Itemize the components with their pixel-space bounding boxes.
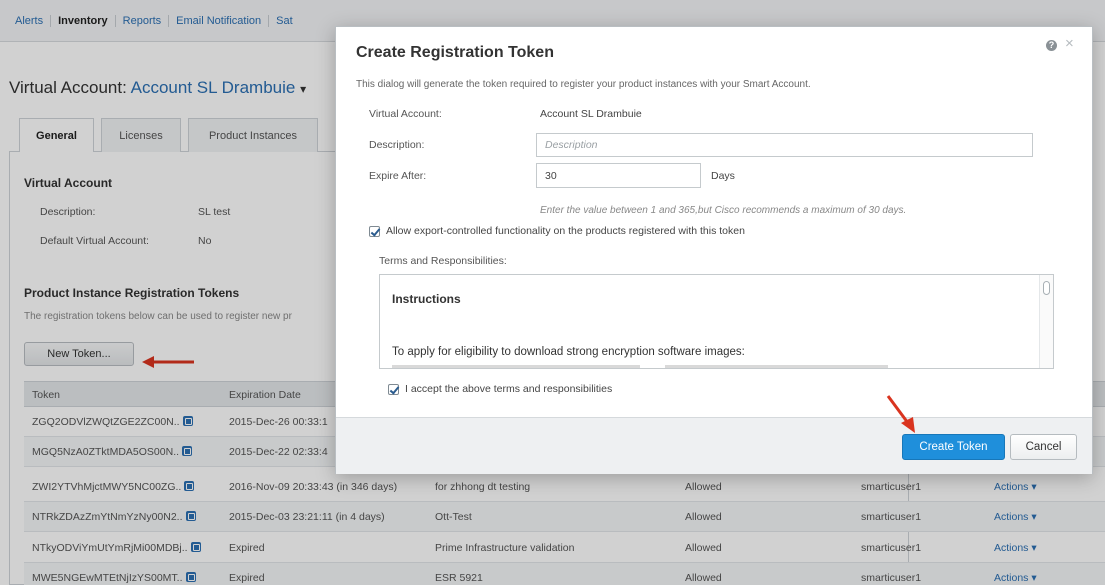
accept-terms-checkbox[interactable] xyxy=(388,383,399,395)
terms-textbox[interactable]: Instructions To apply for eligibility to… xyxy=(379,274,1054,369)
accept-terms-row: I accept the above terms and responsibil… xyxy=(388,383,612,395)
terms-heading: Instructions xyxy=(392,292,461,306)
annotation-arrow-down xyxy=(886,395,915,433)
virtual-account-value: Account SL Drambuie xyxy=(540,108,642,120)
dialog-description: This dialog will generate the token requ… xyxy=(356,79,811,90)
cancel-button[interactable]: Cancel xyxy=(1010,434,1077,460)
help-icon[interactable]: ? xyxy=(1046,40,1057,51)
create-registration-token-dialog: Create Registration Token ? × This dialo… xyxy=(335,26,1093,474)
virtual-account-label: Virtual Account: xyxy=(369,108,442,120)
export-controlled-label: Allow export-controlled functionality on… xyxy=(386,225,745,237)
terms-overflow-text xyxy=(392,365,1012,368)
dialog-footer: Create Token Cancel xyxy=(336,417,1092,474)
expire-hint: Enter the value between 1 and 365,but Ci… xyxy=(540,205,907,216)
expire-after-label: Expire After: xyxy=(369,170,427,182)
terms-scroll-thumb[interactable] xyxy=(1043,281,1050,295)
expire-unit-label: Days xyxy=(711,170,735,182)
description-input[interactable] xyxy=(536,133,1033,157)
create-token-button[interactable]: Create Token xyxy=(902,434,1005,460)
terms-body: To apply for eligibility to download str… xyxy=(392,346,745,358)
dialog-title: Create Registration Token xyxy=(356,44,554,61)
accept-terms-label: I accept the above terms and responsibil… xyxy=(405,383,613,395)
description-label: Description: xyxy=(369,139,425,151)
export-controlled-checkbox[interactable] xyxy=(369,225,380,237)
terms-label: Terms and Responsibilities: xyxy=(379,255,507,267)
close-icon[interactable]: × xyxy=(1065,36,1074,52)
expire-days-input[interactable] xyxy=(536,163,701,188)
terms-scrollbar[interactable] xyxy=(1039,275,1053,368)
export-controlled-row: Allow export-controlled functionality on… xyxy=(369,225,745,237)
